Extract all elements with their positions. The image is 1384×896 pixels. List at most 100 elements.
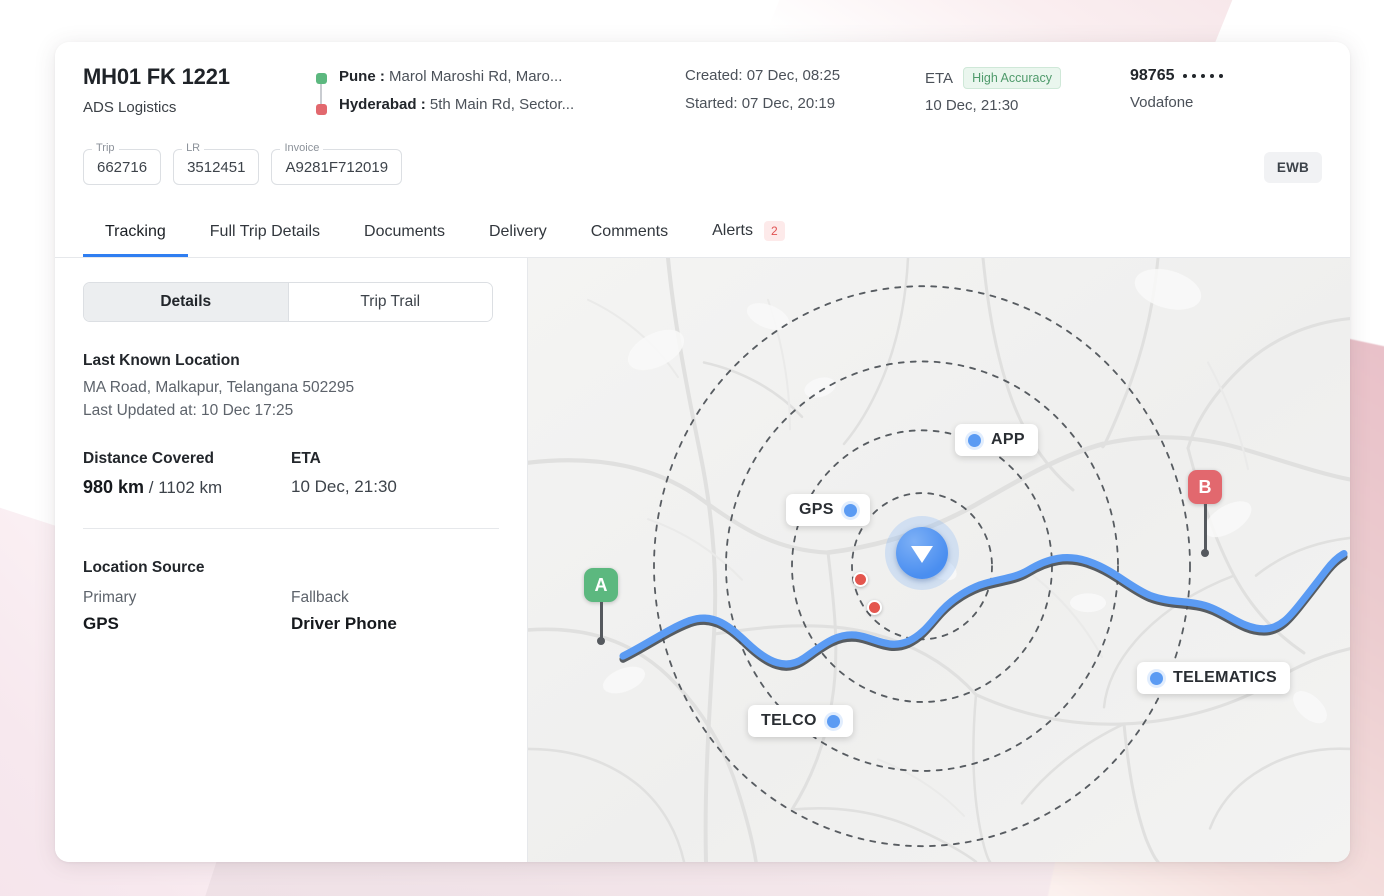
- tab-full-trip-details-label: Full Trip Details: [210, 223, 320, 241]
- map-marker-destination[interactable]: B: [1188, 470, 1222, 557]
- identifier-fields: Trip 662716 LR 3512451 Invoice A9281F712…: [83, 149, 1322, 185]
- last-known-location-title: Last Known Location: [83, 352, 499, 370]
- map-pill-telematics[interactable]: TELEMATICS: [1137, 662, 1290, 694]
- telematics-source-dot-icon: [1150, 672, 1163, 685]
- invoice-id-field[interactable]: Invoice A9281F712019: [271, 149, 402, 185]
- distance-total-value: / 1102 km: [149, 478, 222, 497]
- map-pill-telematics-label: TELEMATICS: [1173, 669, 1277, 687]
- telco-source-dot-icon: [827, 715, 840, 728]
- eta-block: ETA 10 Dec, 21:30: [291, 450, 499, 498]
- tab-bar: Tracking Full Trip Details Documents Del…: [55, 207, 1350, 258]
- lr-id-value: 3512451: [173, 149, 259, 185]
- destination-marker-icon: [316, 104, 327, 115]
- vehicle-marker-icon: [896, 527, 948, 579]
- destination-city: Hyderabad :: [339, 96, 426, 113]
- location-source-title: Location Source: [83, 559, 499, 577]
- timestamps: Created: 07 Dec, 08:25 Started: 07 Dec, …: [685, 64, 925, 123]
- tab-full-trip-details[interactable]: Full Trip Details: [188, 209, 342, 257]
- map-pill-gps[interactable]: GPS: [786, 494, 870, 526]
- driver-phone: 98765: [1130, 67, 1322, 85]
- fallback-source-block: Fallback Driver Phone: [291, 589, 499, 634]
- last-known-location-address: MA Road, Malkapur, Telangana 502295: [83, 379, 499, 397]
- tab-delivery-label: Delivery: [489, 223, 547, 241]
- gps-source-dot-icon: [844, 504, 857, 517]
- trip-details-card: MH01 FK 1221 ADS Logistics Pune : Marol …: [55, 42, 1350, 862]
- eta-value: 10 Dec, 21:30: [925, 97, 1130, 114]
- origin-marker-icon: [316, 73, 327, 84]
- location-source-section: Location Source Primary GPS Fallback Dri…: [83, 529, 499, 660]
- primary-source-label: Primary: [83, 589, 291, 607]
- tab-alerts-label: Alerts: [712, 222, 753, 240]
- map-pill-telco-label: TELCO: [761, 712, 817, 730]
- tab-alerts[interactable]: Alerts 2: [690, 207, 807, 257]
- fallback-source-label: Fallback: [291, 589, 499, 607]
- distance-covered-block: Distance Covered 980 km / 1102 km: [83, 450, 291, 498]
- tab-comments-label: Comments: [591, 223, 668, 241]
- tab-documents-label: Documents: [364, 223, 445, 241]
- driver-contact: 98765 Vodafone: [1130, 64, 1322, 111]
- distance-covered-title: Distance Covered: [83, 450, 291, 468]
- lr-id-field[interactable]: LR 3512451: [173, 149, 259, 185]
- segment-details[interactable]: Details: [84, 283, 288, 321]
- segment-trip-trail[interactable]: Trip Trail: [288, 283, 493, 321]
- tab-delivery[interactable]: Delivery: [467, 209, 569, 257]
- primary-source-value: GPS: [83, 614, 291, 634]
- tab-comments[interactable]: Comments: [569, 209, 690, 257]
- tracking-info-section: Last Known Location MA Road, Malkapur, T…: [83, 322, 499, 529]
- eta-label: ETA: [925, 70, 953, 87]
- distance-covered-values: 980 km / 1102 km: [83, 477, 291, 498]
- destination-row: Hyderabad : 5th Main Rd, Sector...: [339, 96, 574, 115]
- card-header: MH01 FK 1221 ADS Logistics Pune : Marol …: [55, 42, 1350, 185]
- map-pill-gps-label: GPS: [799, 501, 834, 519]
- tracking-map[interactable]: APP GPS TELCO TELEMATICS: [528, 258, 1350, 862]
- tab-tracking[interactable]: Tracking: [83, 209, 188, 257]
- details-trip-trail-toggle: Details Trip Trail: [83, 282, 493, 322]
- alerts-count-badge: 2: [764, 221, 785, 241]
- tab-documents[interactable]: Documents: [342, 209, 467, 257]
- route-connector-line: [320, 84, 322, 104]
- map-pill-app-label: APP: [991, 431, 1025, 449]
- card-body: Details Trip Trail Last Known Location M…: [55, 258, 1350, 862]
- map-pill-app[interactable]: APP: [955, 424, 1038, 456]
- origin-city: Pune :: [339, 68, 385, 85]
- trip-id-value: 662716: [83, 149, 161, 185]
- tab-tracking-label: Tracking: [105, 223, 166, 241]
- distance-covered-value: 980 km: [83, 477, 144, 497]
- driver-phone-prefix: 98765: [1130, 67, 1175, 85]
- company-name: ADS Logistics: [83, 99, 315, 116]
- started-time: Started: 07 Dec, 20:19: [685, 95, 925, 112]
- fallback-source-value: Driver Phone: [291, 614, 499, 634]
- invoice-id-label: Invoice: [280, 142, 323, 154]
- map-marker-destination-stem: [1204, 504, 1207, 550]
- vehicle-location-marker[interactable]: [885, 516, 959, 590]
- map-marker-origin-base: [597, 637, 605, 645]
- map-marker-origin[interactable]: A: [584, 568, 618, 645]
- created-time: Created: 07 Dec, 08:25: [685, 67, 925, 84]
- ewb-button[interactable]: EWB: [1264, 152, 1322, 183]
- map-marker-origin-stem: [600, 602, 603, 638]
- masked-digits-icon: [1183, 74, 1223, 78]
- app-source-dot-icon: [968, 434, 981, 447]
- carrier-name: Vodafone: [1130, 94, 1322, 111]
- origin-address: Marol Maroshi Rd, Maro...: [389, 68, 562, 85]
- tracking-sidebar: Details Trip Trail Last Known Location M…: [55, 258, 528, 862]
- lr-id-label: LR: [182, 142, 204, 154]
- destination-address: 5th Main Rd, Sector...: [430, 96, 574, 113]
- vehicle-plate: MH01 FK 1221: [83, 64, 315, 90]
- route-rail: [315, 68, 327, 115]
- primary-source-block: Primary GPS: [83, 589, 291, 634]
- map-pill-telco[interactable]: TELCO: [748, 705, 853, 737]
- origin-row: Pune : Marol Maroshi Rd, Maro...: [339, 68, 574, 87]
- trip-id-field[interactable]: Trip 662716: [83, 149, 161, 185]
- last-updated-time: Last Updated at: 10 Dec 17:25: [83, 402, 499, 420]
- map-marker-destination-base: [1201, 549, 1209, 557]
- eta-accuracy-badge: High Accuracy: [963, 67, 1061, 89]
- sidebar-eta-value: 10 Dec, 21:30: [291, 477, 499, 497]
- map-marker-destination-label: B: [1188, 470, 1222, 504]
- sidebar-eta-title: ETA: [291, 450, 499, 468]
- eta-summary: ETA High Accuracy 10 Dec, 21:30: [925, 64, 1130, 114]
- route-summary: Pune : Marol Maroshi Rd, Maro... Hyderab…: [315, 64, 685, 115]
- map-marker-origin-label: A: [584, 568, 618, 602]
- vehicle-summary: MH01 FK 1221 ADS Logistics: [83, 64, 315, 116]
- invoice-id-value: A9281F712019: [271, 149, 402, 185]
